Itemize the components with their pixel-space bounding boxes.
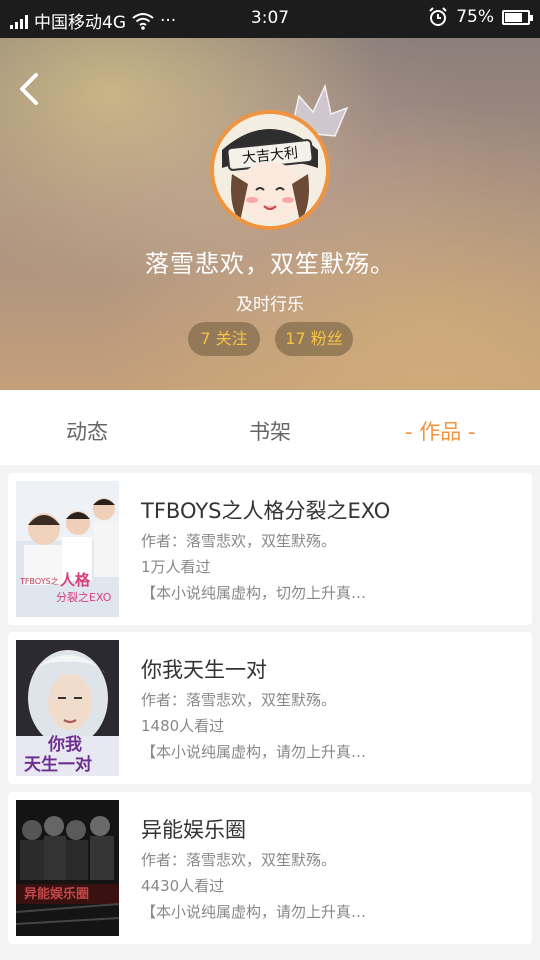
tab-bookshelf[interactable]: 书架 xyxy=(249,416,291,446)
status-right: 75% xyxy=(428,7,533,27)
followers-button[interactable]: 17 粉丝 xyxy=(275,322,353,356)
work-card[interactable]: 异能娱乐圈 异能娱乐圈 作者：落雪悲欢，双笙默殇。 4430人看过 【本小说纯属… xyxy=(8,792,532,944)
work-card[interactable]: 你我 天生一对 你我天生一对 作者：落雪悲欢，双笙默殇。 1480人看过 【本小… xyxy=(8,632,532,784)
work-views: 4430人看过 xyxy=(141,877,225,895)
tab-works[interactable]: - 作品 - xyxy=(405,416,476,446)
tab-activity[interactable]: 动态 xyxy=(66,416,108,446)
svg-text:人格: 人格 xyxy=(60,571,91,589)
avatar[interactable]: 大吉大利 xyxy=(210,110,330,230)
svg-text:TFBOYS之: TFBOYS之 xyxy=(19,576,59,586)
book-cover: 异能娱乐圈 xyxy=(16,800,119,936)
work-author: 作者：落雪悲欢，双笙默殇。 xyxy=(141,691,337,709)
profile-tabs: 动态 书架 - 作品 - xyxy=(0,390,540,465)
work-author: 作者：落雪悲欢，双笙默殇。 xyxy=(141,532,337,550)
profile-nickname: 落雪悲欢，双笙默殇。 xyxy=(145,250,395,278)
work-title[interactable]: 你我天生一对 xyxy=(141,654,267,684)
battery-level xyxy=(505,12,522,22)
work-description: 【本小说纯属虚构，请勿上升真… xyxy=(141,903,367,921)
battery-percent: 75% xyxy=(456,7,494,27)
avatar-illustration: 大吉大利 xyxy=(214,114,326,226)
profile-signature: 及时行乐 xyxy=(236,295,304,315)
svg-text:你我: 你我 xyxy=(47,734,82,755)
work-description: 【本小说纯属虚构，请勿上升真… xyxy=(141,743,367,761)
work-title[interactable]: TFBOYS之人格分裂之EXO xyxy=(141,495,390,525)
work-card[interactable]: TFBOYS之 人格 分裂之EXO TFBOYS之人格分裂之EXO 作者：落雪悲… xyxy=(8,473,532,625)
svg-text:分裂之EXO: 分裂之EXO xyxy=(56,590,112,604)
avatar-image: 大吉大利 xyxy=(210,110,330,230)
alarm-icon xyxy=(429,7,447,26)
work-title[interactable]: 异能娱乐圈 xyxy=(141,814,246,844)
work-description: 【本小说纯属虚构，切勿上升真… xyxy=(141,584,367,602)
work-views: 1万人看过 xyxy=(141,558,211,576)
following-button[interactable]: 7 关注 xyxy=(188,322,260,356)
svg-text:天生一对: 天生一对 xyxy=(24,754,92,775)
work-views: 1480人看过 xyxy=(141,717,225,735)
battery-icon xyxy=(502,9,533,25)
profile-header: 大吉大利 落雪悲欢，双笙默殇。 及时行乐 7 关注 17 粉丝 xyxy=(0,38,540,390)
work-author: 作者：落雪悲欢，双笙默殇。 xyxy=(141,851,337,869)
book-cover: TFBOYS之 人格 分裂之EXO xyxy=(16,481,119,617)
book-cover: 你我 天生一对 xyxy=(16,640,119,776)
status-bar: 中国移动4G ··· 3:07 75% xyxy=(0,0,540,38)
back-arrow-icon[interactable] xyxy=(14,72,48,106)
svg-text:异能娱乐圈: 异能娱乐圈 xyxy=(24,886,89,902)
